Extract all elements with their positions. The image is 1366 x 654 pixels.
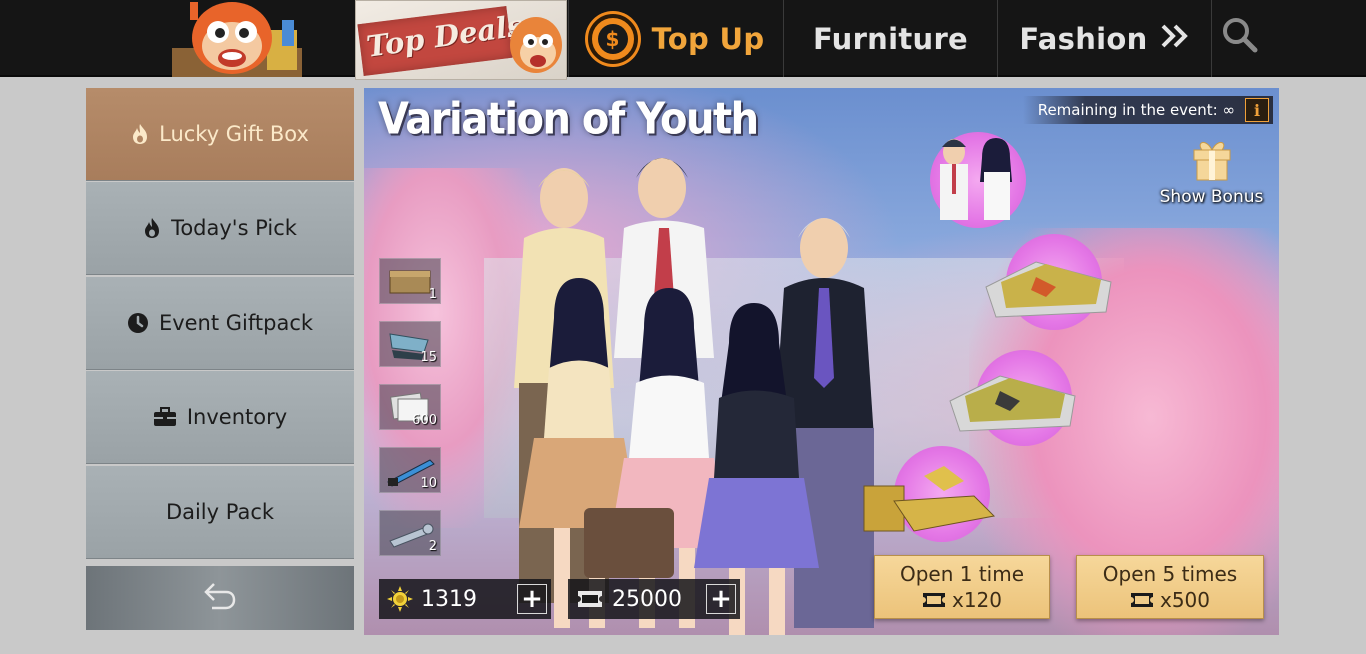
tab-furniture-label: Furniture — [812, 21, 969, 56]
item-qty: 600 — [412, 413, 437, 428]
flame-icon — [143, 217, 161, 239]
top-deals-tab[interactable]: Top Deals — [355, 0, 567, 80]
tab-fashion-label: Fashion — [1019, 21, 1148, 56]
tab-fashion[interactable]: Fashion — [997, 0, 1211, 77]
open-1-time-cost-value: x120 — [951, 588, 1002, 612]
flame-icon — [131, 123, 149, 145]
tab-furniture[interactable]: Furniture — [783, 0, 997, 77]
sun-currency-amount: 1319 — [421, 586, 477, 612]
open-5-times-cost: x500 — [1130, 588, 1210, 612]
sidebar-item-label: Daily Pack — [165, 500, 275, 524]
ticket-icon — [922, 593, 945, 607]
open-5-times-button[interactable]: Open 5 times x500 — [1076, 555, 1264, 619]
reward-glider-skin-2[interactable] — [949, 350, 1076, 446]
show-bonus-button[interactable]: Show Bonus — [1154, 134, 1269, 210]
reward-outfit-pair[interactable] — [930, 132, 1026, 228]
open-1-time-label: Open 1 time — [899, 562, 1025, 586]
event-remaining-bar: Remaining in the event: ∞ i — [1023, 96, 1273, 124]
coin-icon: $ — [587, 13, 638, 64]
add-ticket-currency-button[interactable]: + — [706, 584, 736, 614]
show-bonus-label: Show Bonus — [1159, 187, 1264, 207]
ticket-icon — [1130, 593, 1153, 607]
mascot-icon — [162, 0, 312, 77]
sun-coin-icon — [387, 586, 413, 612]
reward-glider-skin-1[interactable] — [985, 234, 1112, 330]
coin-symbol: $ — [597, 23, 628, 54]
search-icon — [1221, 16, 1259, 61]
sidebar-item-lucky-gift-box[interactable]: Lucky Gift Box — [86, 88, 354, 181]
sidebar-item-label: Today's Pick — [171, 216, 297, 240]
item-slot-fins[interactable]: 15 — [379, 321, 441, 367]
open-5-times-label: Open 5 times — [1102, 562, 1238, 586]
toolbox-icon — [153, 407, 177, 427]
ticket-icon — [576, 589, 604, 609]
sidebar-item-event-giftpack[interactable]: Event Giftpack — [86, 277, 354, 370]
open-1-time-cost: x120 — [922, 588, 1002, 612]
clock-icon — [127, 312, 149, 334]
sidebar-item-todays-pick[interactable]: Today's Pick — [86, 182, 354, 275]
sun-currency-bar: 1319 + — [379, 579, 551, 619]
item-slot-tickets[interactable]: 600 — [379, 384, 441, 430]
double-chevron-right-icon[interactable] — [1160, 22, 1190, 56]
item-qty: 1 — [428, 287, 437, 302]
top-nav-bar: Top Deals $ Top Up Furniture Fashion — [0, 0, 1366, 80]
tab-top-up-label: Top Up — [651, 21, 765, 56]
add-sun-currency-button[interactable]: + — [517, 584, 547, 614]
event-remaining-label: Remaining in the event: ∞ — [1037, 101, 1235, 119]
sidebar-item-label: Inventory — [186, 405, 288, 429]
gift-icon — [1188, 134, 1236, 187]
back-button[interactable] — [86, 566, 354, 630]
event-title: Variation of Youth — [378, 93, 759, 145]
item-slot-wrench[interactable]: 2 — [379, 510, 441, 556]
sidebar-item-daily-pack[interactable]: Daily Pack — [86, 466, 354, 559]
back-arrow-icon — [202, 580, 238, 616]
sidebar-item-label: Event Giftpack — [158, 311, 314, 335]
search-button[interactable] — [1211, 0, 1268, 77]
reward-vehicle-skin[interactable] — [863, 446, 996, 542]
ticket-currency-amount: 25000 — [612, 586, 682, 612]
sidebar-item-label: Lucky Gift Box — [159, 122, 309, 146]
item-qty: 2 — [428, 539, 437, 554]
open-1-time-button[interactable]: Open 1 time x120 — [874, 555, 1050, 619]
item-qty: 10 — [420, 476, 437, 491]
sidebar-item-inventory[interactable]: Inventory — [86, 371, 354, 464]
mascot-face-icon — [506, 5, 566, 79]
sidebar: Lucky Gift Box Today's Pick Event Giftpa… — [86, 88, 354, 630]
item-qty: 15 — [420, 350, 437, 365]
lucky-gift-box-panel: Variation of Youth Remaining in the even… — [364, 88, 1279, 635]
item-slot-crate[interactable]: 1 — [379, 258, 441, 304]
tab-top-up[interactable]: $ Top Up — [568, 0, 783, 77]
open-5-times-cost-value: x500 — [1159, 588, 1210, 612]
item-slot-blade[interactable]: 10 — [379, 447, 441, 493]
info-button[interactable]: i — [1245, 98, 1269, 122]
ticket-currency-bar: 25000 + — [568, 579, 740, 619]
